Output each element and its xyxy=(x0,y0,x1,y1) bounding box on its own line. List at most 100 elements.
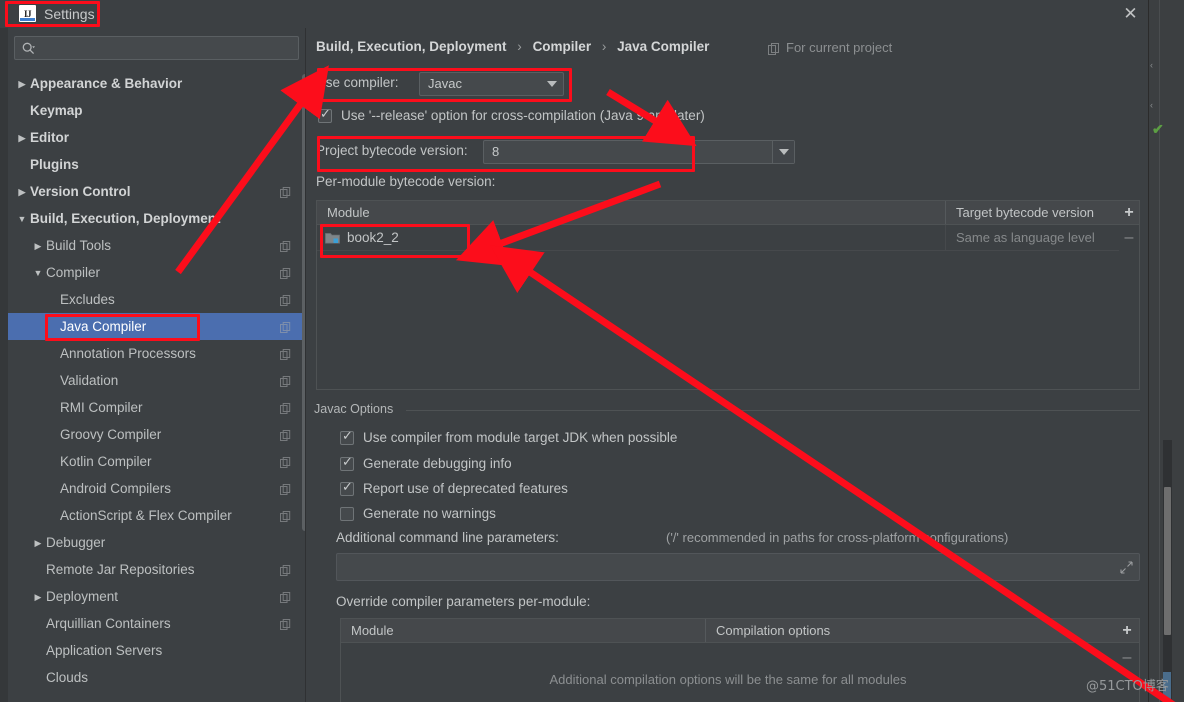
sidebar-item-label: Debugger xyxy=(46,535,106,550)
javac-option-checkbox-0[interactable] xyxy=(340,429,354,445)
sidebar-item-validation[interactable]: Validation xyxy=(8,367,305,394)
copy-settings-icon xyxy=(280,510,291,522)
javac-option-row-0[interactable]: Use compiler from module target JDK when… xyxy=(340,429,678,445)
project-bytecode-dropdown[interactable]: 8 xyxy=(483,140,795,164)
search-box[interactable] xyxy=(14,36,299,60)
expand-icon[interactable] xyxy=(1120,561,1133,574)
override-col-options[interactable]: Compilation options xyxy=(705,619,1115,642)
project-bytecode-value: 8 xyxy=(492,144,500,159)
dialog-left-edge xyxy=(0,28,8,702)
sidebar-item-groovy-compiler[interactable]: Groovy Compiler xyxy=(8,421,305,448)
sidebar-item-kotlin-compiler[interactable]: Kotlin Compiler xyxy=(8,448,305,475)
copy-settings-icon xyxy=(280,294,291,306)
breadcrumb-part-1[interactable]: Build, Execution, Deployment xyxy=(316,39,507,54)
sidebar-item-label: Keymap xyxy=(30,103,83,118)
sidebar-item-actionscript-flex-compiler[interactable]: ActionScript & Flex Compiler xyxy=(8,502,305,529)
javac-option-checkbox-3[interactable] xyxy=(340,506,354,521)
use-compiler-dropdown[interactable]: Javac xyxy=(419,72,564,96)
chevron-down-icon-compiler[interactable] xyxy=(541,73,563,95)
chevron-left-icon-b: ‹ xyxy=(1150,100,1153,110)
breadcrumb-separator-2: › xyxy=(601,39,607,54)
override-remove-button[interactable]: – xyxy=(1115,645,1139,671)
chevron-right-icon[interactable]: ▶ xyxy=(32,591,44,603)
use-compiler-label: Use compiler: xyxy=(316,75,399,90)
for-current-project-label: For current project xyxy=(768,39,892,57)
per-module-col-module[interactable]: Module xyxy=(317,201,945,224)
per-module-row-module-cell[interactable]: book2_2 xyxy=(317,225,945,250)
settings-dialog: IJ Settings ✕ ▶ Appearance & Behavior Keym… xyxy=(0,0,1148,702)
javac-options-group-title: Javac Options xyxy=(314,402,402,416)
copy-settings-icon xyxy=(280,186,291,198)
per-module-row-module-name: book2_2 xyxy=(347,230,399,245)
close-icon[interactable]: ✕ xyxy=(1113,0,1148,28)
per-module-label: Per-module bytecode version: xyxy=(316,174,496,189)
for-current-project-text: For current project xyxy=(786,40,893,55)
javac-option-checkbox-2[interactable] xyxy=(340,480,354,496)
sidebar-item-remote-jar-repositories[interactable]: Remote Jar Repositories xyxy=(8,556,305,583)
ide-scrollbar-thumb[interactable] xyxy=(1164,487,1171,635)
settings-tree[interactable]: ▶ Appearance & Behavior Keymap ▶ Editor Plugi… xyxy=(8,70,305,702)
search-input[interactable] xyxy=(41,38,291,58)
per-module-col-target[interactable]: Target bytecode version xyxy=(945,201,1119,224)
sidebar-item-label: Java Compiler xyxy=(60,319,147,334)
copy-settings-icon xyxy=(280,267,291,279)
copy-settings-icon xyxy=(280,429,291,441)
sidebar-item-label: Android Compilers xyxy=(60,481,172,496)
sidebar-item-build-tools[interactable]: ▶ Build Tools xyxy=(8,232,305,259)
sidebar-item-keymap[interactable]: Keymap xyxy=(8,97,305,124)
javac-option-row-3[interactable]: Generate no warnings xyxy=(340,506,496,521)
sidebar-item-label: Groovy Compiler xyxy=(60,427,162,442)
override-add-button[interactable]: + xyxy=(1115,619,1139,642)
override-per-module-table: Module Compilation options + – Additiona… xyxy=(340,618,1140,702)
sidebar-item-build-execution-deployment[interactable]: ▼ Build, Execution, Deployment xyxy=(8,205,305,232)
breadcrumb-separator-1: › xyxy=(517,39,522,54)
release-option-checkbox[interactable] xyxy=(318,107,332,123)
sidebar-item-label: Appearance & Behavior xyxy=(30,76,183,91)
per-module-remove-button[interactable]: – xyxy=(1119,225,1139,251)
sidebar-item-plugins[interactable]: Plugins xyxy=(8,151,305,178)
chevron-right-icon[interactable]: ▶ xyxy=(16,186,28,198)
chevron-right-icon[interactable]: ▶ xyxy=(16,132,28,144)
chevron-right-icon[interactable]: ▶ xyxy=(16,78,28,90)
sidebar-item-label: Kotlin Compiler xyxy=(60,454,152,469)
javac-option-checkbox-1[interactable] xyxy=(340,455,354,471)
chevron-right-icon[interactable]: ▶ xyxy=(32,240,44,252)
sidebar-item-debugger[interactable]: ▶ Debugger xyxy=(8,529,305,556)
settings-content-pane: Build, Execution, Deployment › Compiler … xyxy=(306,28,1148,702)
sidebar-item-editor[interactable]: ▶ Editor xyxy=(8,124,305,151)
sidebar-item-label: Application Servers xyxy=(46,643,163,658)
chevron-right-icon[interactable]: ▶ xyxy=(32,537,44,549)
per-module-table-header: Module Target bytecode version xyxy=(317,201,1139,225)
sidebar-item-application-servers[interactable]: Application Servers xyxy=(8,637,305,664)
javac-option-label-0: Use compiler from module target JDK when… xyxy=(363,430,678,445)
release-option-row[interactable]: Use '--release' option for cross-compila… xyxy=(318,107,705,123)
chevron-down-icon[interactable]: ▼ xyxy=(16,213,28,225)
javac-options-group-line xyxy=(406,410,1140,411)
sidebar-item-android-compilers[interactable]: Android Compilers xyxy=(8,475,305,502)
sidebar-item-version-control[interactable]: ▶ Version Control xyxy=(8,178,305,205)
override-empty-message: Additional compilation options will be t… xyxy=(549,671,907,687)
sidebar-item-clouds[interactable]: Clouds xyxy=(8,664,305,691)
per-module-row-target-value[interactable]: Same as language level xyxy=(945,225,1119,250)
copy-settings-icon xyxy=(280,375,291,387)
chevron-down-icon[interactable]: ▼ xyxy=(32,267,44,279)
javac-option-row-2[interactable]: Report use of deprecated features xyxy=(340,480,568,496)
javac-option-row-1[interactable]: Generate debugging info xyxy=(340,455,512,471)
sidebar-item-compiler[interactable]: ▼ Compiler xyxy=(8,259,305,286)
sidebar-item-deployment[interactable]: ▶ Deployment xyxy=(8,583,305,610)
sidebar-item-rmi-compiler[interactable]: RMI Compiler xyxy=(8,394,305,421)
sidebar-item-label: Arquillian Containers xyxy=(46,616,171,631)
per-module-add-button[interactable]: + xyxy=(1119,201,1139,224)
override-col-module[interactable]: Module xyxy=(341,619,705,642)
sidebar-item-appearance-behavior[interactable]: ▶ Appearance & Behavior xyxy=(8,70,305,97)
sidebar-item-label: Annotation Processors xyxy=(60,346,196,361)
additional-params-input[interactable] xyxy=(336,553,1140,581)
sidebar-item-annotation-processors[interactable]: Annotation Processors xyxy=(8,340,305,367)
chevron-down-icon-bytecode[interactable] xyxy=(772,141,794,163)
sidebar-item-arquillian-containers[interactable]: Arquillian Containers xyxy=(8,610,305,637)
breadcrumb-part-3[interactable]: Java Compiler xyxy=(617,39,709,54)
sidebar-item-java-compiler[interactable]: Java Compiler xyxy=(8,313,305,340)
sidebar-item-excludes[interactable]: Excludes xyxy=(8,286,305,313)
breadcrumb-part-2[interactable]: Compiler xyxy=(533,39,592,54)
table-row[interactable]: book2_2 Same as language level xyxy=(317,225,1119,251)
